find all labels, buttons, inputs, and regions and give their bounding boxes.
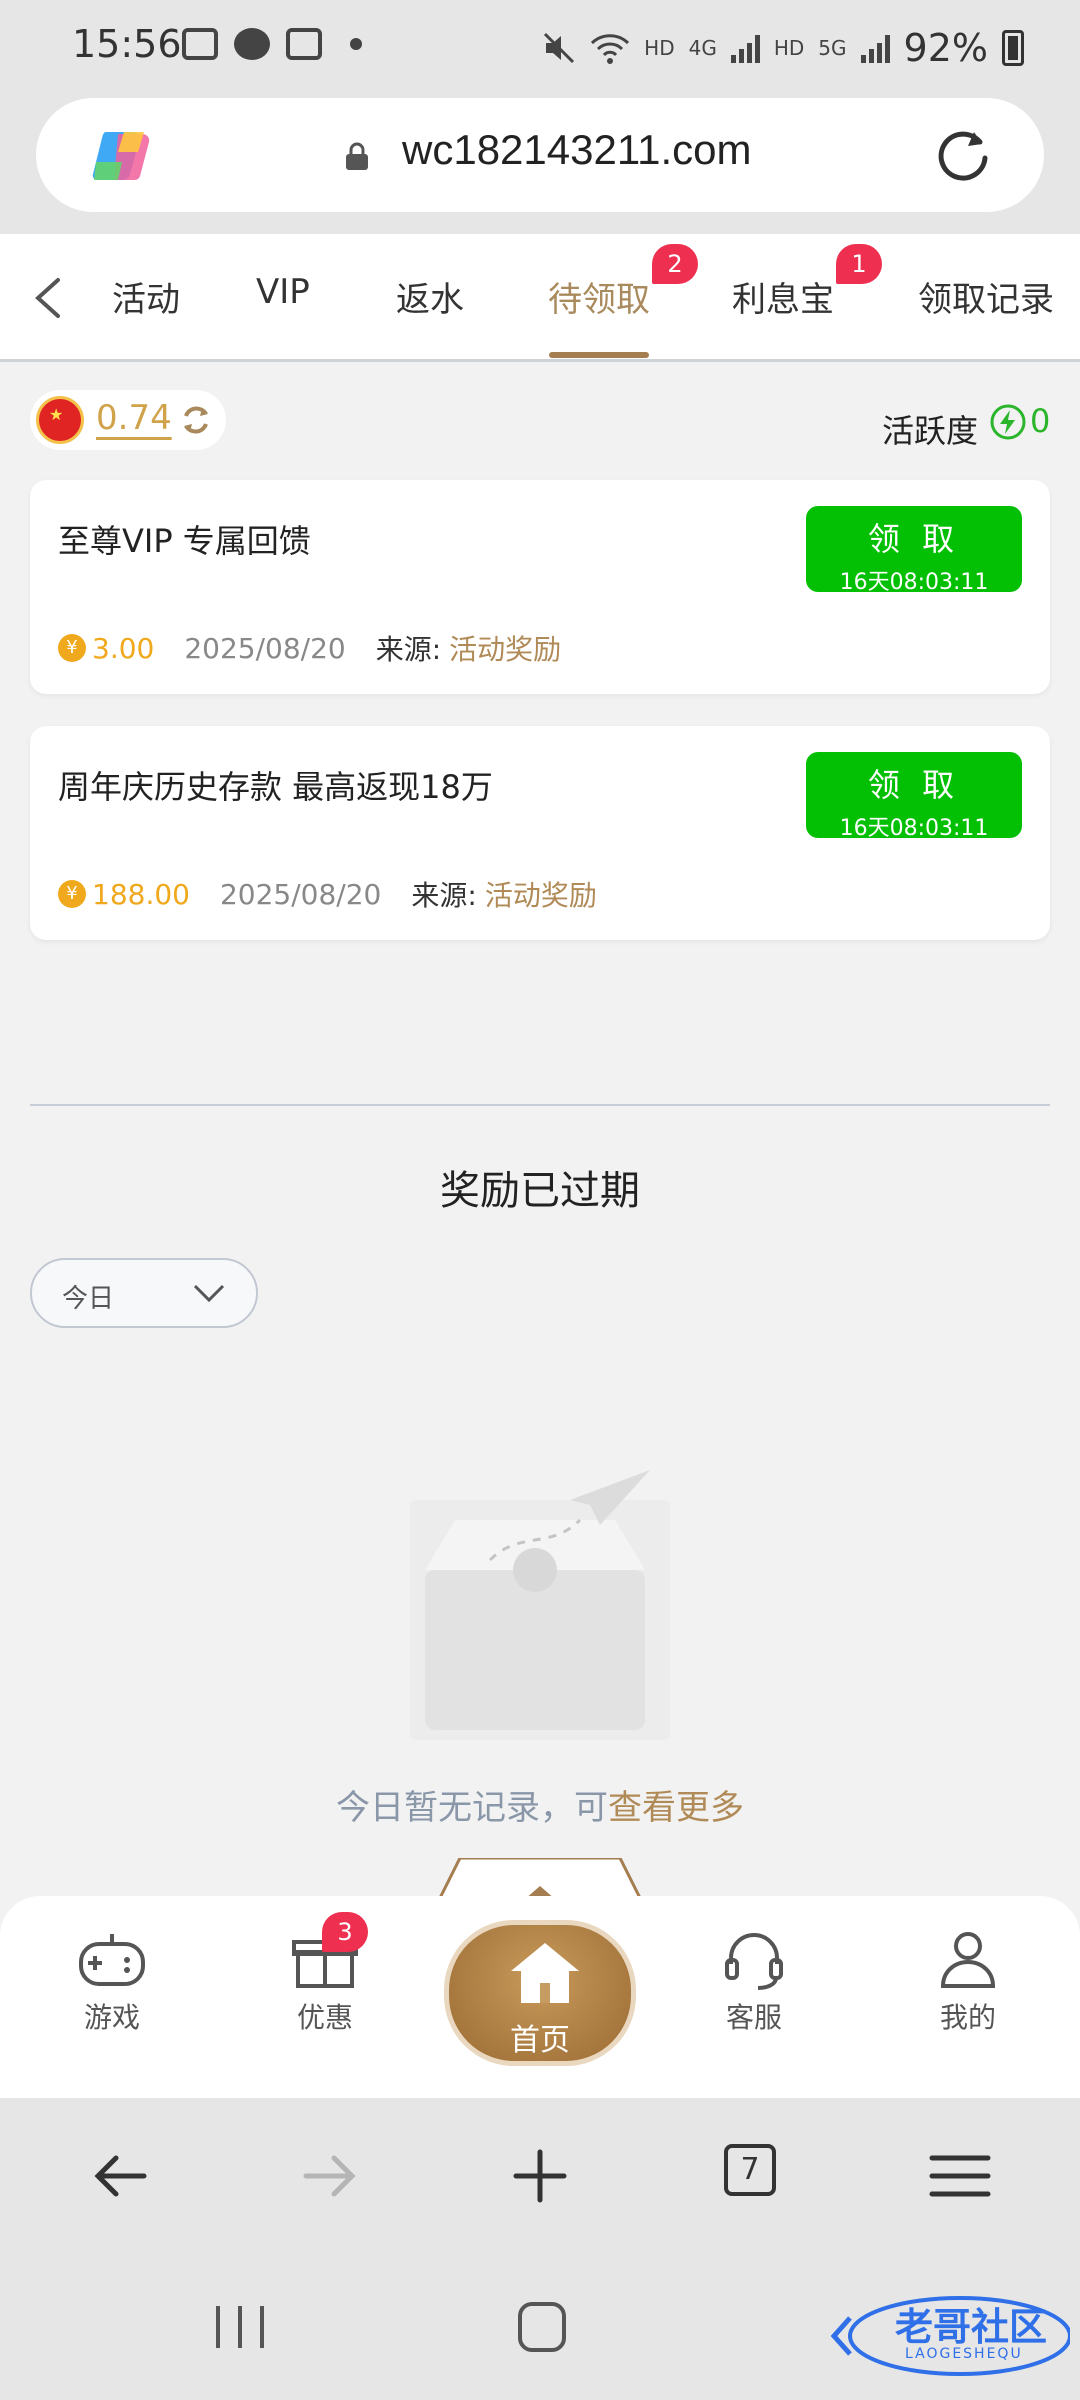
nav-games-label: 游戏 — [83, 2001, 140, 2034]
source-value: 活动奖励 — [484, 879, 597, 912]
reward-amount: 3.00 — [92, 631, 155, 665]
reward-date: 2025/08/20 — [219, 877, 382, 911]
back-arrow-icon[interactable] — [88, 2144, 152, 2208]
net-label-hd-2: HD — [773, 36, 805, 60]
source-label: 来源: — [411, 879, 477, 912]
claim-label: 领 取 — [867, 766, 961, 804]
reward-meta: ¥ 3.00 2025/08/20 来源: 活动奖励 — [58, 628, 561, 668]
net-label-hd: HD — [644, 36, 675, 60]
chat-icon — [234, 28, 270, 60]
home-icon — [511, 1943, 579, 2003]
signal-icon-2 — [860, 33, 890, 63]
battery-percent: 92% — [903, 26, 988, 70]
back-chevron-icon[interactable] — [30, 276, 66, 320]
tab-bar: 活动 VIP 返水 待领取 2 利息宝 1 领取记录 — [0, 234, 1080, 362]
reward-card: 周年庆历史存款 最高返现18万 领 取 16天08:03:11 ¥ 188.00… — [30, 726, 1050, 940]
chevron-down-icon — [193, 1284, 225, 1303]
lock-icon — [346, 142, 368, 170]
more-notifications-icon — [350, 38, 362, 50]
balance-amount: 0.74 — [96, 398, 172, 438]
claim-button[interactable]: 领 取 16天08:03:11 — [806, 506, 1022, 595]
tab-pending-badge: 2 — [652, 244, 698, 284]
url-text[interactable]: wc182143211.com — [402, 126, 751, 174]
claim-countdown: 16天08:03:11 — [839, 570, 989, 595]
source-label: 来源: — [375, 633, 442, 666]
tab-pending[interactable]: 待领取 — [548, 272, 650, 321]
copilot-icon[interactable] — [88, 126, 158, 186]
watermark-subtext: LAOGESHEQU — [905, 2346, 1023, 2362]
claim-countdown: 16天08:03:11 — [839, 816, 989, 841]
bolt-icon — [990, 404, 1026, 440]
empty-state-message: 今日暂无记录，可 — [336, 1788, 608, 1828]
nav-service-label: 客服 — [725, 2001, 782, 2034]
reward-card: 至尊VIP 专属回馈 领 取 16天08:03:11 ¥ 3.00 2025/0… — [30, 480, 1050, 694]
nav-home-button[interactable]: 首页 — [444, 1920, 636, 2066]
claim-label: 领 取 — [867, 520, 961, 558]
reward-title: 周年庆历史存款 最高返现18万 — [58, 768, 493, 806]
nav-games[interactable]: 游戏 — [52, 1930, 172, 2036]
voicemail-icon — [182, 28, 218, 60]
system-home-button[interactable] — [518, 2302, 566, 2352]
mute-icon — [544, 32, 575, 64]
battery-icon — [1002, 30, 1024, 66]
promos-badge: 3 — [322, 1912, 368, 1952]
date-filter-value: 今日 — [62, 1284, 115, 1314]
nav-service[interactable]: 客服 — [694, 1930, 814, 2036]
status-bar: 15:56 HD 4G HD 5G 92% — [0, 0, 1080, 96]
empty-box-illustration — [410, 1470, 670, 1740]
tab-rebate[interactable]: 返水 — [396, 272, 464, 321]
coin-icon: ¥ — [58, 634, 86, 662]
headset-icon — [725, 1933, 783, 1990]
forward-arrow-icon[interactable] — [298, 2144, 362, 2208]
gamepad-icon — [79, 1934, 145, 1986]
active-tab-indicator — [549, 352, 649, 358]
nav-mine[interactable]: 我的 — [908, 1930, 1028, 2036]
reload-icon[interactable] — [934, 126, 992, 184]
activity-value: 0 — [1030, 402, 1051, 440]
user-icon — [940, 1932, 996, 1988]
net-label-5g: 5G — [818, 36, 847, 60]
mail-icon — [286, 28, 322, 60]
china-flag-icon: ★ — [36, 396, 84, 444]
tab-vip[interactable]: VIP — [256, 272, 310, 312]
coin-icon: ¥ — [58, 880, 86, 908]
empty-state-text: 今日暂无记录，可查看更多 — [0, 1780, 1080, 1829]
wifi-icon — [591, 34, 630, 64]
reward-meta: ¥ 188.00 2025/08/20 来源: 活动奖励 — [58, 874, 597, 914]
system-nav-bar: 老哥社区 LAOGESHEQU — [0, 2258, 1080, 2400]
net-label-4g: 4G — [688, 36, 717, 60]
tab-interest[interactable]: 利息宝 — [732, 272, 834, 321]
new-tab-plus-icon[interactable] — [508, 2144, 572, 2208]
nav-home-label: 首页 — [510, 2023, 570, 2058]
date-filter-select[interactable]: 今日 — [30, 1258, 258, 1328]
tab-activity[interactable]: 活动 — [112, 272, 180, 321]
watermark-text: 老哥社区 — [895, 2305, 1048, 2349]
tab-interest-badge: 1 — [836, 244, 882, 284]
nav-mine-label: 我的 — [939, 2001, 996, 2034]
nav-promos-label: 优惠 — [296, 2001, 353, 2034]
reward-title: 至尊VIP 专属回馈 — [58, 522, 311, 560]
status-time: 15:56 — [72, 22, 182, 66]
activity-label: 活跃度 — [882, 412, 979, 450]
reward-date: 2025/08/20 — [184, 631, 346, 665]
address-bar[interactable]: wc182143211.com — [36, 98, 1044, 212]
claim-button[interactable]: 领 取 16天08:03:11 — [806, 752, 1022, 841]
section-divider — [30, 1104, 1050, 1106]
status-right: HD 4G HD 5G 92% — [542, 26, 1024, 70]
source-value: 活动奖励 — [449, 633, 562, 666]
expired-section-title: 奖励已过期 — [440, 1168, 640, 1214]
menu-icon[interactable] — [928, 2144, 992, 2208]
view-more-link[interactable]: 查看更多 — [608, 1788, 744, 1828]
browser-toolbar: 7 — [0, 2098, 1080, 2258]
reward-amount: 188.00 — [92, 877, 190, 911]
tab-claim-history[interactable]: 领取记录 — [918, 272, 1054, 321]
refresh-balance-icon[interactable] — [180, 404, 212, 436]
signal-icon — [730, 33, 760, 63]
tab-count-button[interactable]: 7 — [724, 2144, 776, 2196]
browser-address-area: wc182143211.com — [0, 96, 1080, 234]
notification-icons — [182, 28, 362, 60]
recent-apps-icon[interactable] — [210, 2302, 270, 2352]
balance-chip: ★ 0.74 — [30, 390, 226, 450]
